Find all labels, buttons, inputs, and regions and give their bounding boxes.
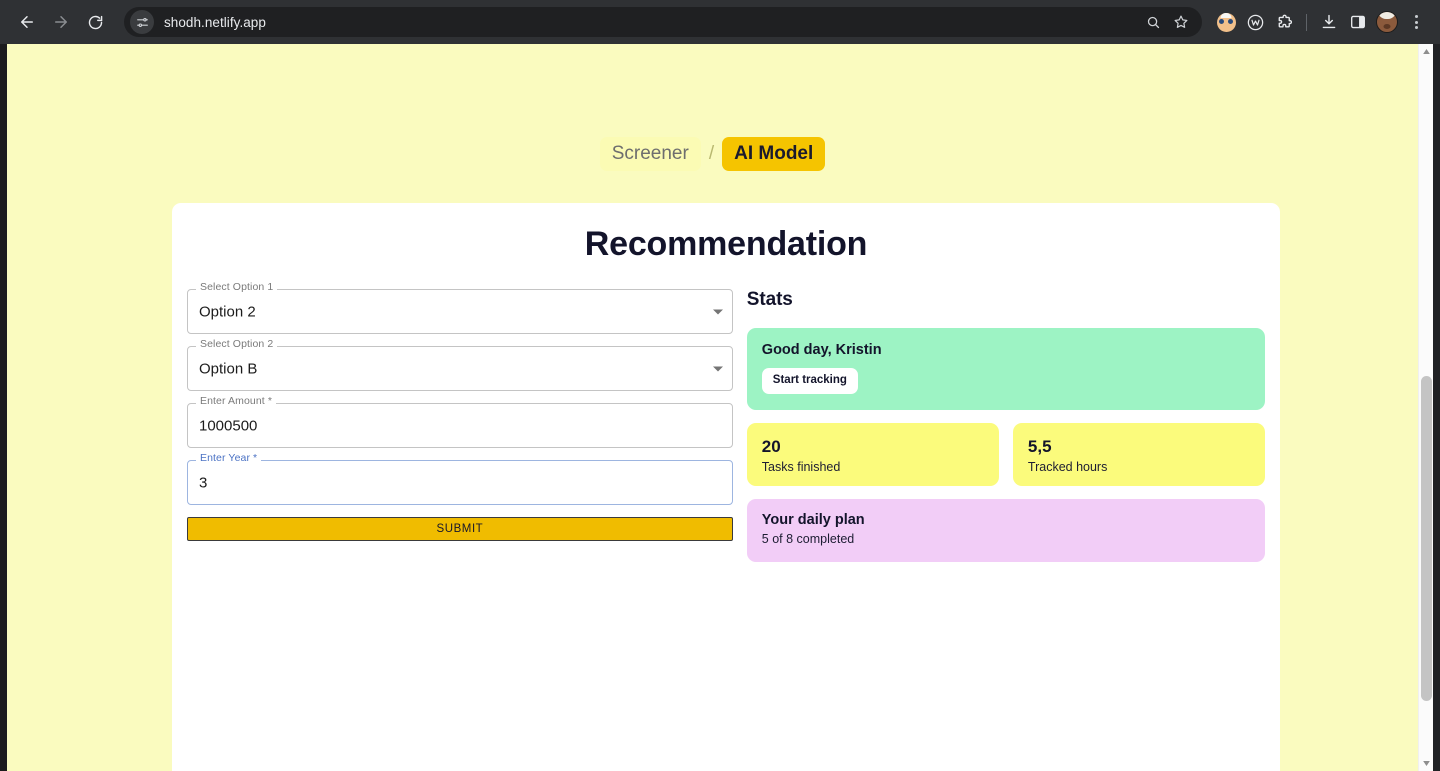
greeting-card: Good day, Kristin Start tracking: [746, 328, 1265, 410]
extension-w-icon[interactable]: [1241, 8, 1269, 36]
scrollbar-thumb[interactable]: [1421, 376, 1432, 701]
page-content: Screener / AI Model Recommendation Selec…: [7, 44, 1418, 771]
stat-tiles-row: 20 Tasks finished 5,5 Tracked hours: [746, 423, 1266, 486]
address-bar-url: shodh.netlify.app: [164, 14, 266, 30]
select-option-1-label: Select Option 1: [196, 282, 278, 293]
enter-year-field[interactable]: Enter Year * 3: [187, 453, 733, 505]
back-arrow-icon: [18, 13, 36, 31]
chrome-menu-icon[interactable]: [1402, 8, 1430, 36]
field-outline: [187, 346, 733, 391]
toolbar-actions: [1212, 8, 1430, 36]
stat-value: 20: [761, 437, 781, 456]
bookmark-star-icon[interactable]: [1168, 9, 1194, 35]
select-option-1-value: Option 2: [199, 303, 256, 320]
enter-amount-field[interactable]: Enter Amount * 1000500: [187, 396, 733, 448]
omnibox-actions: [1140, 9, 1194, 35]
chevron-down-icon[interactable]: [712, 366, 723, 371]
search-icon[interactable]: [1140, 9, 1166, 35]
select-option-2-field[interactable]: Select Option 2 Option B: [187, 339, 733, 391]
address-bar[interactable]: shodh.netlify.app: [124, 7, 1202, 37]
stat-label: Tracked hours: [1027, 460, 1108, 475]
breadcrumb-separator: /: [708, 143, 715, 165]
toolbar-divider: [1306, 13, 1307, 31]
forward-arrow-icon: [52, 13, 70, 31]
stats-title: Stats: [746, 289, 793, 310]
breadcrumb-item-ai-model[interactable]: AI Model: [722, 137, 826, 172]
profile-avatar-icon[interactable]: [1373, 8, 1401, 36]
stat-label: Tasks finished: [761, 460, 841, 475]
page-viewport: Screener / AI Model Recommendation Selec…: [7, 44, 1433, 771]
window-left-edge: [0, 44, 7, 771]
content-card: Recommendation Select Option 1 Option 2 …: [172, 203, 1280, 771]
breadcrumb-item-screener[interactable]: Screener: [599, 137, 701, 172]
chevron-down-icon[interactable]: [712, 309, 723, 314]
enter-amount-input[interactable]: 1000500: [199, 417, 257, 434]
scroll-down-arrow-icon[interactable]: [1419, 756, 1433, 771]
daily-plan-title: Your daily plan: [761, 512, 865, 528]
submit-button[interactable]: SUBMIT: [187, 517, 733, 541]
side-panel-icon[interactable]: [1344, 8, 1372, 36]
enter-year-label: Enter Year *: [196, 453, 262, 464]
daily-plan-progress: 5 of 8 completed: [761, 532, 855, 546]
reload-button[interactable]: [80, 7, 110, 37]
stat-tile-tasks-finished: 20 Tasks finished: [746, 423, 999, 486]
forward-button[interactable]: [46, 7, 76, 37]
recommendation-form: Select Option 1 Option 2 Select Option 2…: [187, 282, 733, 575]
greeting-text: Good day, Kristin: [761, 342, 882, 358]
select-option-2-label: Select Option 2: [196, 339, 278, 350]
vertical-scrollbar[interactable]: [1418, 44, 1433, 771]
stat-value: 5,5: [1027, 437, 1052, 456]
breadcrumb: Screener / AI Model: [7, 137, 1418, 172]
field-outline: [187, 403, 733, 448]
field-outline: [187, 289, 733, 334]
field-outline: [187, 460, 733, 505]
extension-face-icon[interactable]: [1212, 8, 1240, 36]
extensions-puzzle-icon[interactable]: [1270, 8, 1298, 36]
browser-toolbar: shodh.netlify.app: [0, 0, 1440, 44]
download-icon[interactable]: [1315, 8, 1343, 36]
select-option-1-field[interactable]: Select Option 1 Option 2: [187, 282, 733, 334]
enter-amount-label: Enter Amount *: [196, 396, 277, 407]
daily-plan-card: Your daily plan 5 of 8 completed: [746, 499, 1265, 562]
page-title: Recommendation: [584, 225, 868, 263]
enter-year-input[interactable]: 3: [199, 474, 207, 491]
select-option-2-value: Option B: [199, 360, 258, 377]
back-button[interactable]: [12, 7, 42, 37]
stats-panel: Stats Good day, Kristin Start tracking 2…: [733, 289, 1266, 575]
reload-icon: [87, 14, 104, 31]
stat-tile-tracked-hours: 5,5 Tracked hours: [1012, 423, 1266, 486]
site-settings-icon[interactable]: [130, 10, 154, 34]
card-body: Select Option 1 Option 2 Select Option 2…: [172, 282, 1280, 575]
start-tracking-button[interactable]: Start tracking: [761, 368, 858, 394]
avatar: [1376, 11, 1398, 33]
scroll-up-arrow-icon[interactable]: [1419, 44, 1433, 59]
